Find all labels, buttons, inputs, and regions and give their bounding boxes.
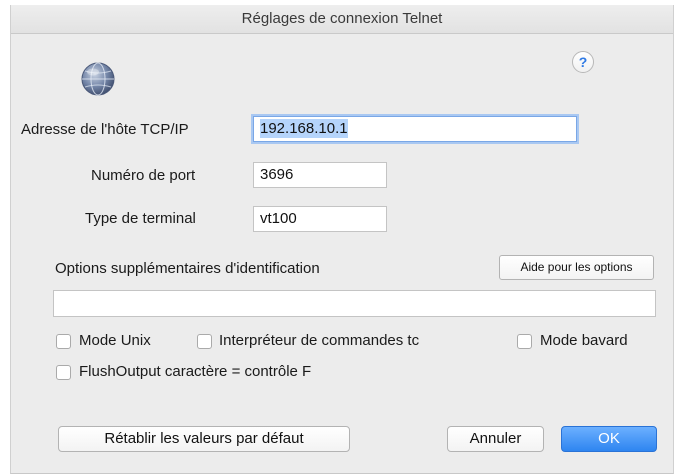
telnet-settings-dialog: Réglages de connexion Telnet ? Adresse d… (10, 5, 674, 474)
tc-interpreter-checkbox[interactable] (197, 334, 212, 349)
flush-output-checkbox[interactable] (56, 365, 71, 380)
cancel-button[interactable]: Annuler (447, 426, 544, 452)
terminal-label: Type de terminal (85, 210, 196, 227)
port-value: 3696 (260, 166, 294, 183)
unix-mode-checkbox[interactable] (56, 334, 71, 349)
reset-defaults-button[interactable]: Rétablir les valeurs par défaut (58, 426, 350, 452)
window-title: Réglages de connexion Telnet (11, 5, 673, 34)
verbose-mode-label: Mode bavard (540, 332, 628, 349)
unix-mode-label: Mode Unix (79, 332, 151, 349)
port-field[interactable]: 3696 (253, 162, 387, 188)
tc-interpreter-label: Interpréteur de commandes tc (219, 332, 420, 349)
port-label: Numéro de port (91, 167, 196, 184)
help-icon: ? (578, 54, 588, 70)
options-label: Options supplémentaires d'identification (55, 260, 320, 277)
host-value: 192.168.10.1 (260, 119, 348, 138)
host-field[interactable]: 192.168.10.1 (253, 116, 577, 142)
host-label: Adresse de l'hôte TCP/IP (21, 121, 189, 138)
verbose-mode-checkbox[interactable] (517, 334, 532, 349)
options-help-button[interactable]: Aide pour les options (499, 255, 654, 280)
globe-icon (81, 62, 115, 96)
help-button[interactable]: ? (572, 51, 594, 73)
options-field[interactable] (53, 290, 656, 317)
ok-button[interactable]: OK (561, 426, 657, 452)
terminal-value: vt100 (260, 210, 297, 227)
flush-output-label: FlushOutput caractère = contrôle F (79, 363, 312, 380)
terminal-field[interactable]: vt100 (253, 206, 387, 232)
